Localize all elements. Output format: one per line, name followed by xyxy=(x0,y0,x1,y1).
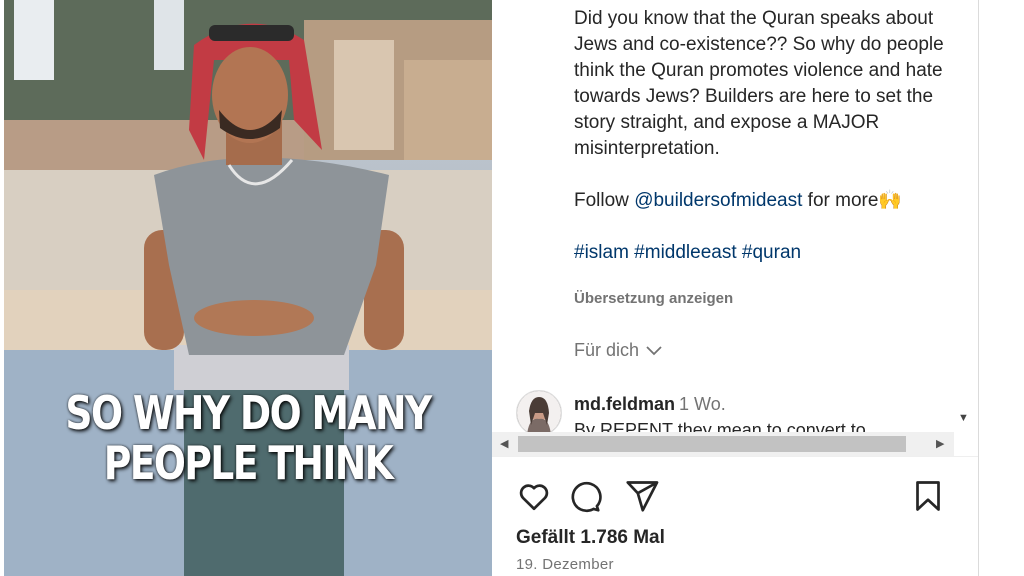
likes-count[interactable]: Gefällt 1.786 Mal xyxy=(516,527,665,549)
follow-prefix: Follow xyxy=(574,190,635,211)
hashtags-link[interactable]: #islam #middleeast #quran xyxy=(574,240,944,266)
post-details-panel: Did you know that the Quran speaks about… xyxy=(492,0,978,576)
page-right-margin xyxy=(978,0,1024,576)
comment-icon[interactable] xyxy=(566,478,602,514)
translate-link[interactable]: Übersetzung anzeigen xyxy=(574,290,733,307)
post-caption: Did you know that the Quran speaks about… xyxy=(574,6,944,266)
post-action-bar xyxy=(516,478,956,514)
post-date[interactable]: 19. Dezember xyxy=(516,556,614,573)
chevron-down-icon xyxy=(646,345,662,355)
caption-follow-line: Follow @buildersofmideast for more🙌 xyxy=(574,188,944,214)
caption-text: Did you know that the Quran speaks about… xyxy=(574,8,949,159)
scroll-right-arrow-icon[interactable]: ▶ xyxy=(936,437,944,450)
follow-suffix: for more🙌 xyxy=(802,190,903,211)
video-overlay-text-line1: SO WHY DO MANY xyxy=(65,386,432,440)
commenter-avatar[interactable] xyxy=(516,390,562,432)
section-divider xyxy=(492,456,978,457)
share-icon[interactable] xyxy=(624,478,660,514)
horizontal-scrollbar[interactable]: ◀ ▶ xyxy=(492,432,954,456)
for-you-toggle[interactable]: Für dich xyxy=(574,340,663,361)
bookmark-icon[interactable] xyxy=(910,478,946,514)
comment-time[interactable]: 1 Wo. xyxy=(679,394,726,414)
comment-username[interactable]: md.feldman xyxy=(574,394,675,414)
heart-icon[interactable] xyxy=(516,478,552,514)
comment-header: md.feldman 1 Wo. xyxy=(574,394,726,415)
scroll-left-arrow-icon[interactable]: ◀ xyxy=(500,437,508,450)
post-video[interactable]: SO WHY DO MANY PEOPLE THINK xyxy=(4,0,492,576)
comment-text: By REPENT they mean to convert to xyxy=(574,420,866,432)
scroll-down-arrow-icon[interactable]: ▼ xyxy=(958,412,969,424)
mention-link[interactable]: @buildersofmideast xyxy=(634,190,802,211)
for-you-label: Für dich xyxy=(574,340,640,360)
horizontal-scroll-thumb[interactable] xyxy=(518,436,906,452)
vertical-scrollbar[interactable]: ▼ xyxy=(954,0,978,432)
video-overlay-text-line2: PEOPLE THINK xyxy=(103,436,394,490)
comment-item: md.feldman 1 Wo. By REPENT they mean to c… xyxy=(516,390,916,432)
